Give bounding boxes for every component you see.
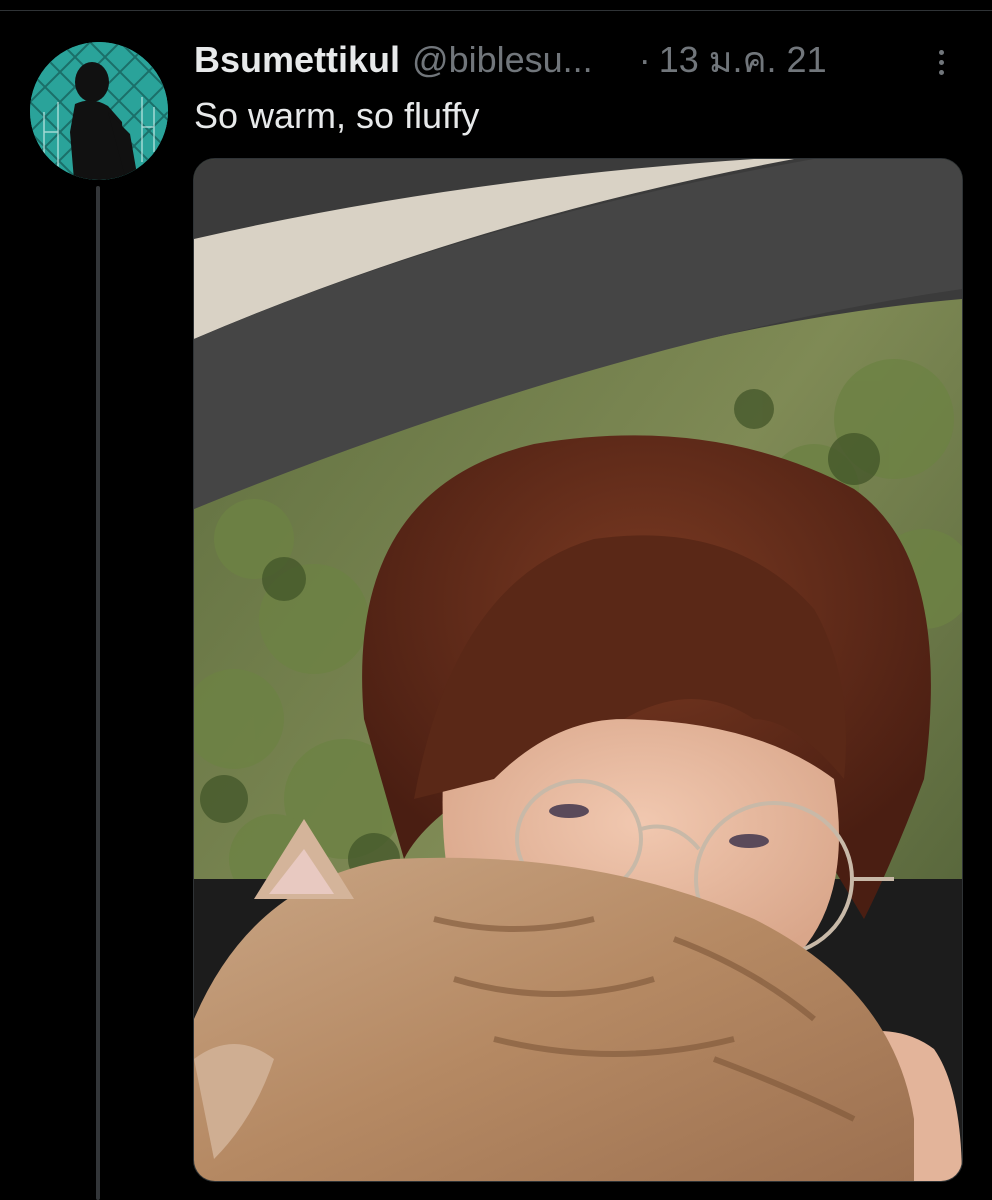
avatar[interactable] [30, 42, 168, 180]
avatar-image [30, 42, 168, 180]
display-name[interactable]: Bsumettikul [194, 38, 400, 82]
more-dot [938, 69, 944, 75]
separator-dot: · [638, 39, 651, 80]
tweet-timestamp[interactable]: 13 ม.ค. 21 [659, 38, 827, 82]
tweet-text: So warm, so fluffy [194, 95, 480, 136]
user-handle[interactable]: @biblesu... [412, 38, 593, 82]
more-dot [938, 49, 944, 55]
photo-content [194, 159, 962, 1181]
top-divider [0, 10, 992, 11]
thread-line [96, 186, 100, 1200]
more-dot [938, 59, 944, 65]
more-options-icon[interactable] [928, 42, 954, 82]
tweet-header: Bsumettikul @biblesu... · 13 ม.ค. 21 [194, 38, 954, 82]
tweet-photo[interactable] [193, 158, 963, 1182]
